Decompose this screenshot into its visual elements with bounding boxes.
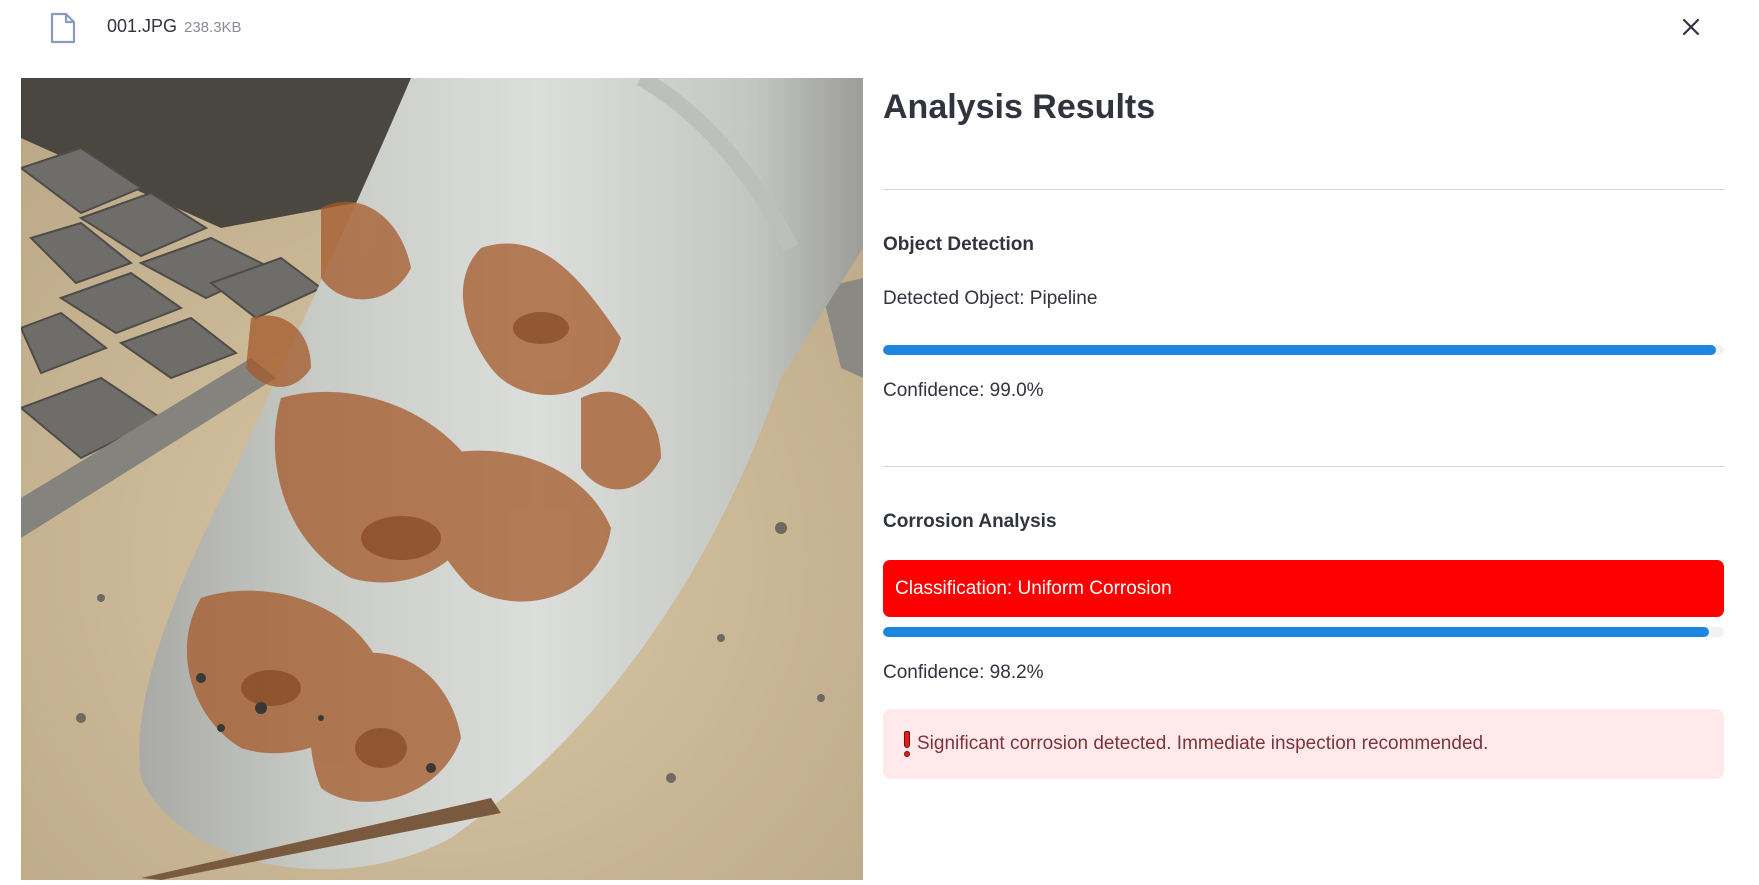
close-button[interactable] [1676, 14, 1706, 44]
corrosion-confidence-label: Confidence: 98.2% [883, 662, 1044, 683]
results-title: Analysis Results [883, 88, 1156, 126]
file-icon [50, 12, 76, 44]
exclamation-icon [903, 731, 911, 757]
alert-text: Significant corrosion detected. Immediat… [917, 733, 1489, 754]
close-icon[interactable] [1682, 18, 1700, 41]
classification-banner: Classification: Uniform Corrosion [883, 560, 1724, 617]
file-name: 001.JPG [107, 16, 178, 36]
file-size: 238.3KB [184, 19, 242, 36]
object-confidence-label: Confidence: 99.0% [883, 380, 1044, 401]
divider [883, 189, 1724, 190]
object-confidence-progress [883, 345, 1724, 355]
corrosion-confidence-progress [883, 627, 1724, 637]
classification-label: Classification: Uniform Corrosion [895, 577, 1172, 599]
detected-object-label: Detected Object: Pipeline [883, 288, 1098, 309]
object-detection-heading: Object Detection [883, 234, 1034, 255]
divider [883, 466, 1724, 467]
uploaded-image [21, 78, 863, 880]
corrosion-alert: Significant corrosion detected. Immediat… [883, 709, 1724, 779]
corrosion-analysis-heading: Corrosion Analysis [883, 511, 1057, 532]
file-header: 001.JPG 238.3KB [0, 0, 1759, 58]
object-confidence-fill [883, 345, 1716, 355]
corrosion-confidence-fill [883, 627, 1709, 637]
